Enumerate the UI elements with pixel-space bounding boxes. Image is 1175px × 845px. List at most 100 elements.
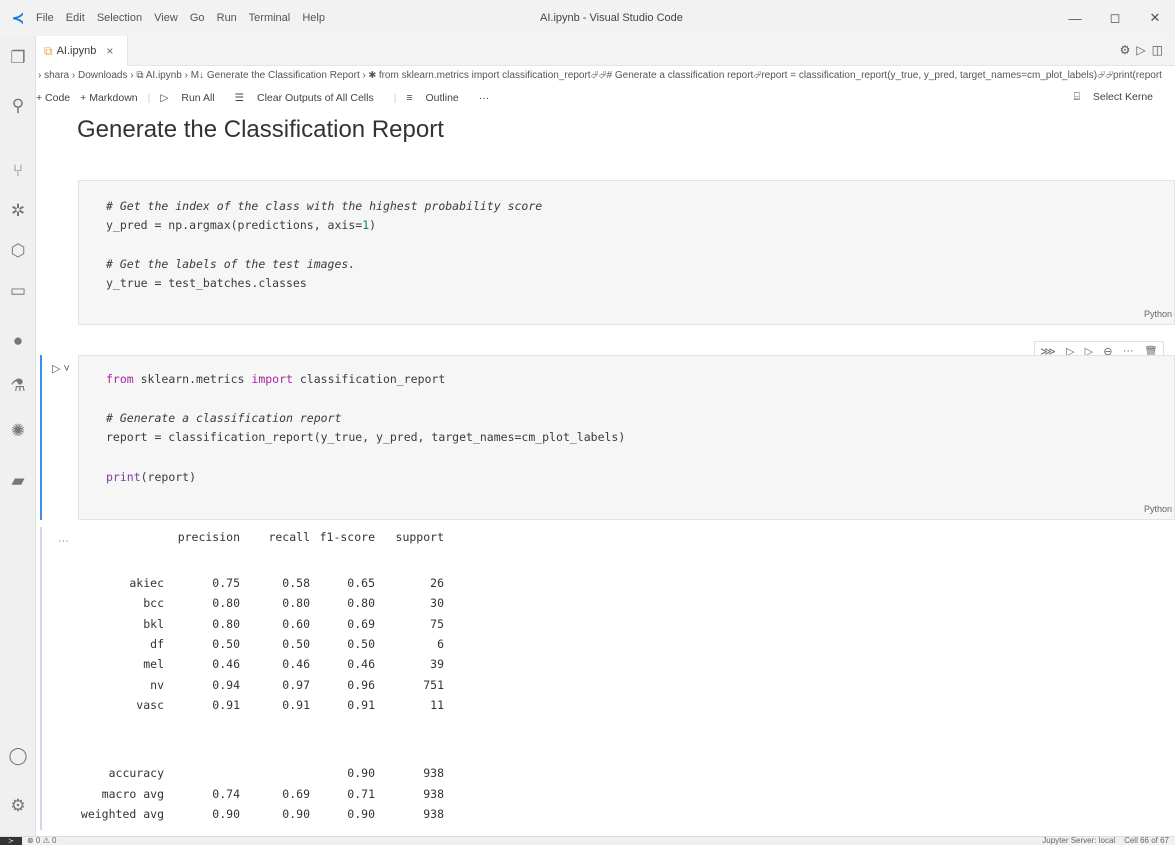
notebook-toolbar: + Code + Markdown | ▷ Run All ☰ Clear Ou… <box>36 85 1175 111</box>
settings-gear-icon[interactable]: ⚙ <box>0 796 36 816</box>
clear-outputs-label: Clear Outputs of All Cells <box>257 92 374 104</box>
menu-edit[interactable]: Edit <box>66 12 85 24</box>
f1-score-value: 0.90 <box>347 807 375 821</box>
window-controls: — ◻ ✕ <box>1055 0 1175 36</box>
markdown-heading[interactable]: Generate the Classification Report <box>77 116 444 144</box>
support-value: 938 <box>423 807 444 821</box>
debug-icon[interactable]: ✲ <box>0 201 36 221</box>
add-markdown-cell-button[interactable]: + Markdown <box>80 92 137 104</box>
outline-button[interactable]: ≡ Outline <box>406 92 468 104</box>
precision-value: 0.94 <box>212 677 240 692</box>
support-value: 751 <box>423 677 444 692</box>
files-icon[interactable]: ❐ <box>0 48 36 68</box>
code-line: # Get the index of the class with the hi… <box>106 199 543 213</box>
menu-terminal[interactable]: Terminal <box>249 12 291 24</box>
more-actions-button[interactable]: ··· <box>479 92 490 104</box>
recall-value: 0.58 <box>282 576 310 590</box>
f1-score-value: 0.90 <box>347 766 375 780</box>
precision-value: 0.46 <box>212 657 240 672</box>
code-cell-2[interactable]: from sklearn.metrics import classificati… <box>78 355 1175 520</box>
account-icon[interactable]: ◯ <box>0 746 36 766</box>
tab-ai-ipynb[interactable]: ⧉ AI.ipynb × <box>36 36 128 66</box>
menu-run[interactable]: Run <box>217 12 237 24</box>
menu-selection[interactable]: Selection <box>97 12 142 24</box>
breadcrumb[interactable]: › shara › Downloads › ⧉ AI.ipynb › M↓ Ge… <box>36 67 1175 85</box>
recall-value: 0.90 <box>282 807 310 821</box>
header-f1-score: f1-score <box>319 530 375 544</box>
menu-view[interactable]: View <box>154 12 178 24</box>
code-line: # Generate a classification report <box>106 411 342 425</box>
run-icon[interactable]: ▷ <box>1136 43 1151 57</box>
run-all-icon: ▷ <box>160 92 172 104</box>
kernel-settings-icon[interactable]: ⚙ <box>1120 43 1137 57</box>
status-bar: ≻ ⊗ 0 ⚠ 0 Jupyter Server: local Cell 66 … <box>0 836 1175 845</box>
editor-actions: ⚙▷◫ <box>1120 43 1169 57</box>
remote-explorer-icon[interactable]: ▭ <box>0 281 36 301</box>
recall-value: 0.80 <box>282 596 310 611</box>
f1-score-value: 0.96 <box>347 677 375 692</box>
cell-language-label[interactable]: Python <box>1144 504 1172 514</box>
menu-file[interactable]: File <box>36 12 54 24</box>
docker-icon[interactable]: ▰ <box>0 471 36 491</box>
row-label: vasc <box>136 697 164 712</box>
problems-indicator[interactable]: ⊗ 0 ⚠ 0 <box>27 837 56 845</box>
code-keyword: import <box>251 372 293 386</box>
outline-label: Outline <box>425 92 459 104</box>
kernel-icon: ⌸ <box>1073 91 1083 103</box>
code-line: from sklearn.metrics import classificati… <box>106 372 445 386</box>
extensions-icon[interactable]: ⬡ <box>0 241 36 261</box>
recall-value: 0.69 <box>282 786 310 801</box>
f1-score-value: 0.65 <box>347 576 375 590</box>
row-label: mel <box>143 657 164 672</box>
output-indicator <box>40 527 42 830</box>
recall-value: 0.50 <box>282 636 310 651</box>
title-bar: ≺ File Edit Selection View Go Run Termin… <box>0 0 1175 36</box>
search-icon[interactable]: ⚲ <box>0 96 36 116</box>
menu-bar: File Edit Selection View Go Run Terminal… <box>36 12 334 24</box>
cell-language-label[interactable]: Python <box>1144 309 1172 319</box>
precision-value: 0.80 <box>212 596 240 611</box>
clear-outputs-button[interactable]: ☰ Clear Outputs of All Cells <box>235 92 384 104</box>
f1-score-value: 0.91 <box>347 697 375 712</box>
precision-value: 0.50 <box>212 636 240 651</box>
support-value: 938 <box>423 766 444 780</box>
row-label: accuracy <box>108 766 164 780</box>
testing-icon[interactable]: ⚗ <box>0 376 36 396</box>
menu-help[interactable]: Help <box>302 12 325 24</box>
support-value: 75 <box>430 616 444 631</box>
vscode-logo-icon: ≺ <box>11 10 25 27</box>
remote-indicator-icon[interactable]: ≻ <box>0 837 22 845</box>
support-value: 11 <box>430 697 444 712</box>
code-cell-1[interactable]: # Get the index of the class with the hi… <box>78 180 1175 325</box>
run-all-button[interactable]: ▷ Run All <box>160 92 224 104</box>
menu-go[interactable]: Go <box>190 12 205 24</box>
row-label: macro avg <box>101 786 164 801</box>
f1-score-value: 0.69 <box>347 616 375 631</box>
code-builtin: print <box>106 470 141 484</box>
toolbar-divider: | <box>147 92 151 104</box>
close-tab-icon[interactable]: × <box>106 44 113 58</box>
precision-value: 0.75 <box>212 576 240 590</box>
header-recall: recall <box>268 530 310 544</box>
output-more-icon[interactable]: ··· <box>58 535 69 547</box>
spotify-icon[interactable]: ● <box>0 331 36 351</box>
add-code-cell-button[interactable]: + Code <box>36 92 70 104</box>
cell-position[interactable]: Cell 66 of 67 <box>1124 837 1169 845</box>
select-kernel-button[interactable]: ⌸ Select Kerne <box>1074 91 1163 104</box>
code-text: y_pred = np.argmax(predictions, axis= <box>106 218 363 232</box>
split-editor-icon[interactable]: ◫ <box>1152 43 1169 57</box>
jupyter-server-status[interactable]: Jupyter Server: local <box>1042 837 1115 845</box>
f1-score-value: 0.71 <box>347 786 375 801</box>
code-keyword: from <box>106 372 134 386</box>
close-button[interactable]: ✕ <box>1135 10 1175 26</box>
activity-bar: ❐ ⚲ ⑂ ✲ ⬡ ▭ ● ⚗ ✺ ▰ ◯ ⚙ <box>0 36 36 836</box>
source-control-icon[interactable]: ⑂ <box>0 161 36 181</box>
row-label: akiec <box>129 576 164 590</box>
jupyter-icon[interactable]: ✺ <box>0 421 36 441</box>
minimize-button[interactable]: — <box>1055 11 1095 26</box>
run-cell-button[interactable]: ▷ ˅ <box>52 362 70 375</box>
precision-value: 0.80 <box>212 616 240 631</box>
precision-value: 0.91 <box>212 697 240 712</box>
recall-value: 0.97 <box>282 677 310 692</box>
restore-button[interactable]: ◻ <box>1095 10 1135 26</box>
